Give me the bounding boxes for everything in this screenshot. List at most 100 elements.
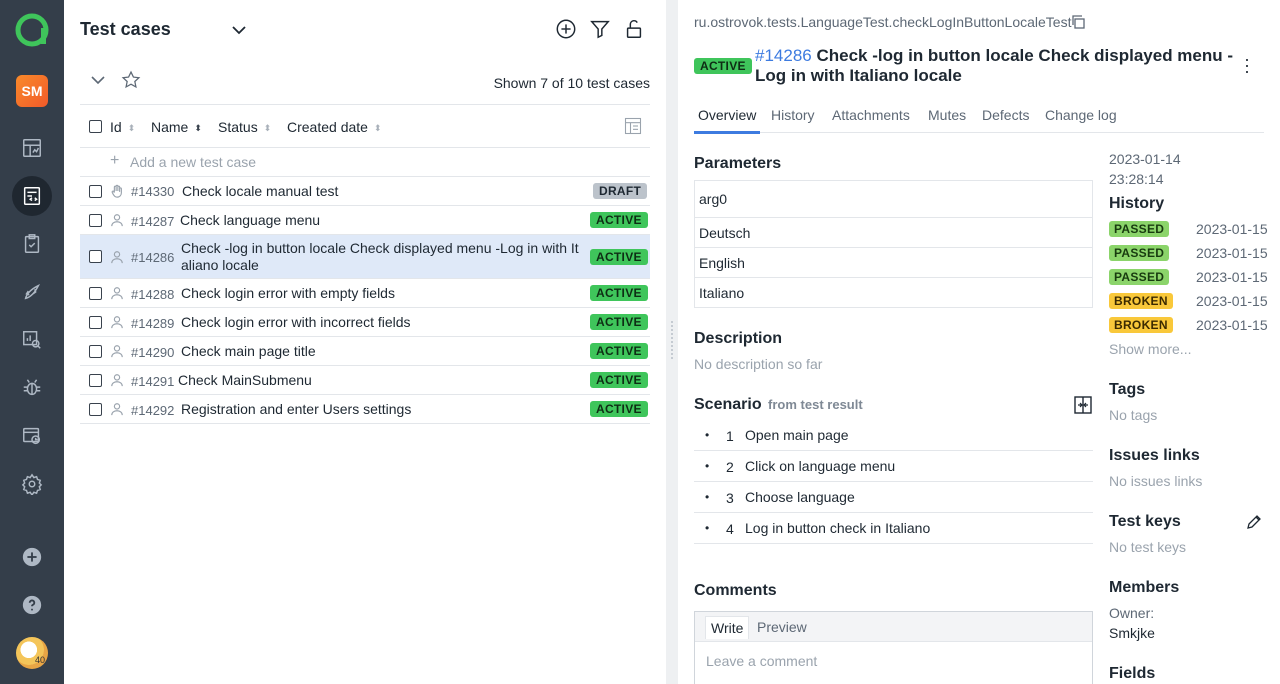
detail-tabs: Overview History Attachments Mutes Defec… — [693, 100, 1264, 134]
history-status-badge[interactable]: BROKEN — [1109, 317, 1173, 333]
scenario-step: • 2 Click on language menu — [694, 451, 1093, 482]
sort-icon: ⬍ — [127, 123, 136, 134]
status-badge: ACTIVE — [590, 314, 648, 330]
tab-preview[interactable]: Preview — [757, 619, 807, 635]
select-all-checkbox[interactable] — [89, 120, 102, 133]
history-status-badge[interactable]: PASSED — [1109, 221, 1170, 237]
row-checkbox[interactable] — [89, 250, 102, 263]
history-status-badge[interactable]: PASSED — [1109, 269, 1170, 285]
history-date: 2023-01-15 — [1196, 317, 1268, 333]
test-case-id[interactable]: #14286 — [755, 46, 812, 65]
history-date: 2023-01-15 — [1196, 221, 1268, 237]
settings-icon[interactable] — [16, 468, 48, 500]
scenario-toggle-icon[interactable] — [1073, 395, 1093, 415]
table-row[interactable]: #14290 Check main page title ACTIVE — [80, 337, 650, 366]
table-row[interactable]: #14330 Check locale manual test DRAFT — [80, 177, 650, 206]
launches-icon[interactable] — [16, 276, 48, 308]
status-badge: ACTIVE — [590, 249, 648, 265]
history-status-badge[interactable]: BROKEN — [1109, 293, 1173, 309]
row-checkbox[interactable] — [89, 403, 102, 416]
row-name: Check login error with incorrect fields — [181, 314, 411, 330]
page-title[interactable]: Test cases — [80, 19, 171, 40]
table-row-selected[interactable]: #14286 Check -log in button locale Check… — [80, 235, 650, 279]
status-badge: DRAFT — [593, 183, 648, 199]
show-more-link[interactable]: Show more... — [1109, 341, 1191, 357]
row-checkbox[interactable] — [89, 345, 102, 358]
test-cases-icon[interactable] — [12, 176, 52, 216]
plus-icon: + — [110, 152, 120, 169]
tags-empty: No tags — [1109, 407, 1158, 423]
add-test-case-row[interactable]: + Add a new test case — [80, 148, 650, 177]
comment-tabs: Write Preview — [695, 612, 1092, 642]
row-checkbox[interactable] — [89, 185, 102, 198]
panel-splitter[interactable] — [666, 0, 678, 684]
edit-pencil-icon[interactable] — [1246, 514, 1262, 530]
app-logo-icon[interactable] — [14, 12, 50, 48]
param-value-row: Deutsch — [695, 217, 1092, 247]
star-icon[interactable] — [121, 70, 141, 90]
table-row[interactable]: #14291 Check MainSubmenu ACTIVE — [80, 366, 650, 395]
automated-person-icon — [110, 250, 124, 264]
help-icon[interactable] — [16, 589, 48, 621]
row-id: #14289 — [131, 316, 175, 331]
tab-change-log[interactable]: Change log — [1045, 107, 1117, 123]
tags-title: Tags — [1109, 381, 1146, 398]
user-avatar[interactable]: 40 — [16, 637, 48, 669]
table-row[interactable]: #14292 Registration and enter Users sett… — [80, 395, 650, 424]
drag-handle[interactable] — [670, 320, 674, 360]
defects-icon[interactable] — [16, 372, 48, 404]
tab-write[interactable]: Write — [705, 616, 750, 639]
add-circle-icon[interactable] — [555, 18, 577, 40]
test-keys-title: Test keys — [1109, 513, 1181, 530]
automated-person-icon — [110, 402, 124, 416]
row-name: Check locale manual test — [182, 183, 339, 199]
table-row[interactable]: #14288 Check login error with empty fiel… — [80, 279, 650, 308]
column-created-date[interactable]: Created date ⬍ — [287, 119, 382, 135]
comments-title: Comments — [694, 582, 777, 599]
tab-overview[interactable]: Overview — [693, 107, 761, 134]
row-name: Check -log in button locale Check displa… — [181, 240, 579, 256]
row-checkbox[interactable] — [89, 214, 102, 227]
add-circle-icon[interactable] — [16, 541, 48, 573]
table-row[interactable]: #14289 Check login error with incorrect … — [80, 308, 650, 337]
comment-editor[interactable]: Write Preview Leave a comment — [694, 611, 1093, 684]
status-badge: ACTIVE — [590, 212, 648, 228]
tab-attachments[interactable]: Attachments — [832, 107, 910, 123]
dashboard-icon[interactable] — [16, 132, 48, 164]
tab-mutes[interactable]: Mutes — [928, 107, 966, 123]
left-nav: SM 40 — [0, 0, 64, 684]
row-name: Check language menu — [180, 212, 321, 228]
owner-name: Smkjke — [1109, 625, 1155, 641]
tab-history[interactable]: History — [771, 107, 815, 123]
issues-title: Issues links — [1109, 447, 1200, 464]
fields-title: Fields — [1109, 665, 1156, 682]
test-plans-icon[interactable] — [16, 228, 48, 260]
row-id: #14292 — [131, 403, 175, 418]
copy-icon[interactable] — [1070, 14, 1086, 30]
sort-desc-icon: ⬍ — [194, 123, 202, 134]
collapse-chevron-icon[interactable] — [90, 74, 106, 86]
more-options-icon[interactable]: · · · — [1244, 50, 1250, 80]
tab-defects[interactable]: Defects — [982, 107, 1029, 123]
column-name[interactable]: Name ⬍ — [151, 119, 202, 135]
jobs-icon[interactable] — [16, 420, 48, 452]
members-title: Members — [1109, 579, 1180, 596]
column-settings-icon[interactable] — [623, 116, 643, 136]
table-row[interactable]: #14287 Check language menu ACTIVE — [80, 206, 650, 235]
history-status-badge[interactable]: PASSED — [1109, 245, 1170, 261]
row-checkbox[interactable] — [89, 287, 102, 300]
history-date: 2023-01-15 — [1196, 269, 1268, 285]
status-badge: ACTIVE — [590, 343, 648, 359]
row-checkbox[interactable] — [89, 374, 102, 387]
comment-input[interactable]: Leave a comment — [706, 653, 817, 669]
status-badge: ACTIVE — [694, 58, 752, 74]
row-checkbox[interactable] — [89, 316, 102, 329]
automated-person-icon — [110, 373, 124, 387]
column-status[interactable]: Status ⬍ — [218, 119, 271, 135]
column-id[interactable]: Id ⬍ — [110, 119, 135, 135]
chevron-down-icon[interactable] — [232, 25, 246, 35]
filter-icon[interactable] — [589, 18, 611, 40]
analytics-icon[interactable] — [16, 324, 48, 356]
unlock-icon[interactable] — [623, 18, 645, 40]
project-avatar[interactable]: SM — [16, 75, 48, 107]
